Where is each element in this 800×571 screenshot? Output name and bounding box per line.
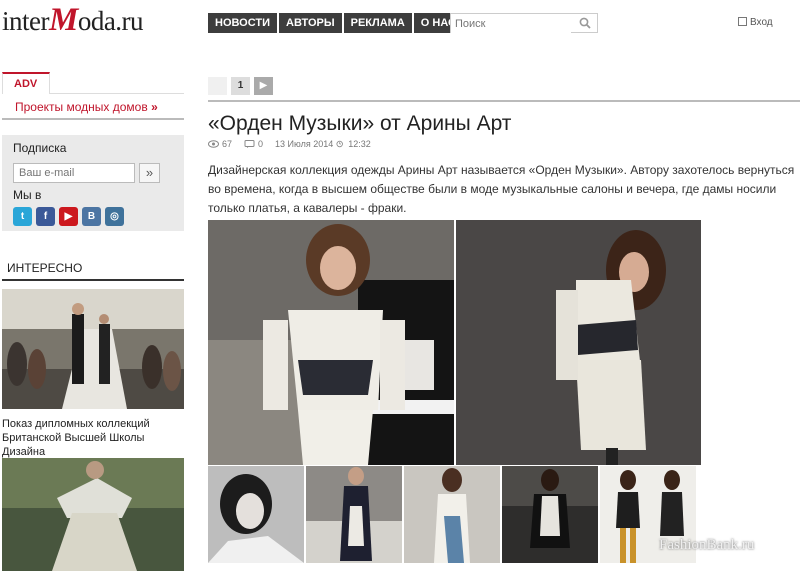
search-box xyxy=(450,13,598,33)
adv-divider xyxy=(50,93,184,94)
social-heading: Мы в xyxy=(13,188,42,202)
pagination: 1 ▶ xyxy=(208,77,273,95)
eye-icon xyxy=(208,140,219,148)
nav-authors[interactable]: АВТОРЫ xyxy=(279,13,342,33)
article-date: 13 Июля 2014 xyxy=(275,139,334,149)
login-link[interactable]: Вход xyxy=(738,17,773,28)
pager-page-1[interactable]: 1 xyxy=(231,77,250,95)
main-nav: НОВОСТИ АВТОРЫ РЕКЛАМА О НАС xyxy=(208,13,463,33)
article-caption-link[interactable]: Показ дипломных коллекций Британской Выс… xyxy=(2,417,186,459)
photo-model-piano[interactable] xyxy=(208,220,454,465)
email-field[interactable] xyxy=(13,163,135,183)
search-input[interactable] xyxy=(451,15,571,33)
adv-tab[interactable]: ADV xyxy=(2,72,50,94)
site-logo[interactable]: interModa.ru xyxy=(2,2,144,39)
main-divider xyxy=(208,100,800,102)
subscribe-panel: Подписка » Мы в tf▶В◎ xyxy=(2,135,184,231)
login-label: Вход xyxy=(750,17,773,28)
search-icon[interactable] xyxy=(579,17,591,29)
comments-count: 0 xyxy=(258,139,264,149)
pager-prev-button[interactable] xyxy=(208,77,227,95)
thumbnail-1[interactable] xyxy=(208,466,304,563)
fashion-houses-label: Проекты модных домов xyxy=(15,100,148,114)
nav-advertising[interactable]: РЕКЛАМА xyxy=(343,13,412,33)
subscribe-title: Подписка xyxy=(13,141,67,155)
thumbnail-4[interactable] xyxy=(502,466,598,563)
logo-part-oda: oda.ru xyxy=(77,6,144,36)
twitter-icon[interactable]: t xyxy=(13,207,32,226)
chevron-right-icon: » xyxy=(151,100,158,114)
photo-model-studio[interactable] xyxy=(456,220,701,465)
article-title: «Орден Музыки» от Арины Арт xyxy=(208,112,512,135)
adv-block: ADV Проекты модных домов » xyxy=(2,72,184,120)
thumbnail-strip xyxy=(208,466,696,563)
social-links: t f ▶ В ◎ xyxy=(13,207,124,226)
instagram-icon[interactable]: ◎ xyxy=(105,207,124,226)
subscribe-button[interactable]: » xyxy=(139,163,160,183)
watermark: FashionBank.ru xyxy=(659,537,755,553)
article-meta: 67 0 13 Июля 2014 12:32 xyxy=(208,139,371,149)
interesting-heading: ИНТЕРЕСНО xyxy=(2,261,184,281)
logo-part-inter: inter xyxy=(2,6,49,36)
logo-letter-m: M xyxy=(48,2,78,38)
clock-icon xyxy=(336,140,344,148)
article-lead: Дизайнерская коллекция одежды Арины Арт … xyxy=(208,163,795,215)
couture-gown-image[interactable] xyxy=(2,458,184,571)
runway-show-image[interactable] xyxy=(2,289,184,409)
vkontakte-icon[interactable]: В xyxy=(82,207,101,226)
fashion-houses-link[interactable]: Проекты модных домов » xyxy=(15,100,158,114)
nav-news[interactable]: НОВОСТИ xyxy=(208,13,278,33)
facebook-icon[interactable]: f xyxy=(36,207,55,226)
article-time: 12:32 xyxy=(348,139,371,149)
thumbnail-2[interactable] xyxy=(306,466,402,563)
login-icon xyxy=(738,17,747,26)
play-icon: ▶ xyxy=(259,80,268,91)
views-count: 67 xyxy=(222,139,233,149)
comment-icon xyxy=(244,140,255,148)
thumbnail-3[interactable] xyxy=(404,466,500,563)
pager-next-button[interactable]: ▶ xyxy=(254,77,273,95)
youtube-icon[interactable]: ▶ xyxy=(59,207,78,226)
